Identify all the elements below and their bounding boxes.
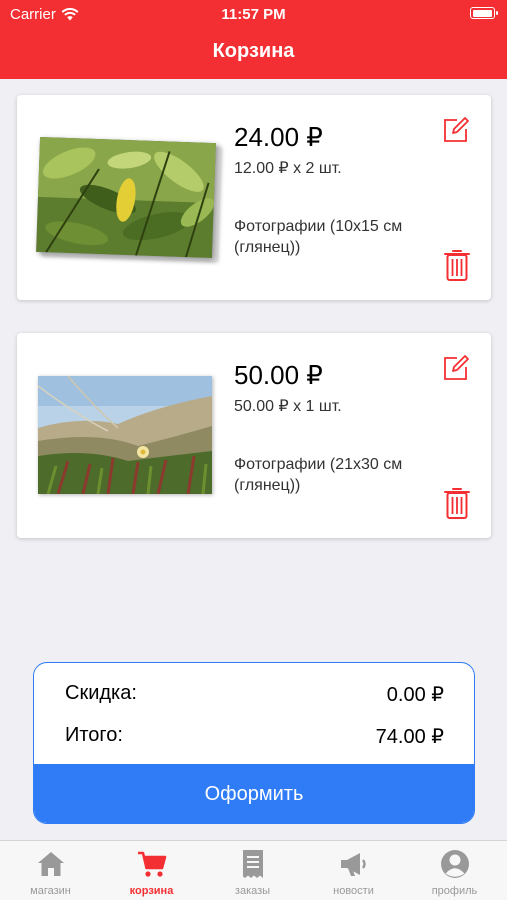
discount-value: 0.00 ₽ xyxy=(386,684,444,706)
tab-label: заказы xyxy=(234,885,271,897)
total-value: 74.00 ₽ xyxy=(375,726,444,748)
order-summary: Скидка: 0.00 ₽ Итого: 74.00 ₽ Оформить xyxy=(33,662,475,824)
page-title: Корзина xyxy=(212,40,295,62)
tab-label: корзина xyxy=(129,885,174,897)
home-icon xyxy=(38,852,64,876)
cart-item-card: 50.00 ₽ 50.00 ₽ x 1 шт. Фотографии (21x3… xyxy=(17,333,491,538)
tab-bar: магазин корзина заказы новости профиль xyxy=(0,840,507,900)
tab-label: магазин xyxy=(30,885,71,897)
leaves-photo-image xyxy=(36,136,216,259)
orders-icon xyxy=(243,850,263,878)
item-total-price: 24.00 ₽ xyxy=(234,122,323,152)
tab-cart[interactable]: корзина xyxy=(101,841,202,900)
checkout-button[interactable]: Оформить xyxy=(34,764,474,823)
item-description: Фотографии (21x30 см (глянец)) xyxy=(234,456,403,494)
discount-label: Скидка: xyxy=(65,682,137,704)
status-time: 11:57 PM xyxy=(221,6,286,23)
trash-icon[interactable] xyxy=(444,486,470,520)
discount-row: Скидка: 0.00 ₽ xyxy=(65,682,444,706)
status-bar: Carrier 11:57 PM xyxy=(0,0,507,28)
cart-icon xyxy=(138,851,167,877)
trash-icon[interactable] xyxy=(444,248,470,282)
edit-icon[interactable] xyxy=(442,354,470,382)
tab-profile[interactable]: профиль xyxy=(404,841,505,900)
product-photo[interactable] xyxy=(36,136,216,259)
total-label: Итого: xyxy=(65,724,123,746)
cart-item-card: 24.00 ₽ 12.00 ₽ x 2 шт. Фотографии (10x1… xyxy=(17,95,491,300)
item-unit-price: 12.00 ₽ x 2 шт. xyxy=(234,160,342,177)
tab-orders[interactable]: заказы xyxy=(202,841,303,900)
tab-news[interactable]: новости xyxy=(303,841,404,900)
product-photo[interactable] xyxy=(38,376,212,494)
tab-shop[interactable]: магазин xyxy=(0,841,101,900)
dune-photo-image xyxy=(38,376,212,494)
item-description: Фотографии (10x15 см (глянец)) xyxy=(234,218,403,256)
profile-icon xyxy=(441,850,469,878)
tab-label: новости xyxy=(333,885,374,897)
tab-label: профиль xyxy=(431,885,478,897)
battery-icon xyxy=(470,7,498,19)
edit-icon[interactable] xyxy=(442,116,470,144)
item-unit-price: 50.00 ₽ x 1 шт. xyxy=(234,398,342,415)
item-total-price: 50.00 ₽ xyxy=(234,360,323,390)
app-header: Carrier 11:57 PM Корзина xyxy=(0,0,507,79)
total-row: Итого: 74.00 ₽ xyxy=(65,724,444,748)
megaphone-icon xyxy=(341,853,366,876)
